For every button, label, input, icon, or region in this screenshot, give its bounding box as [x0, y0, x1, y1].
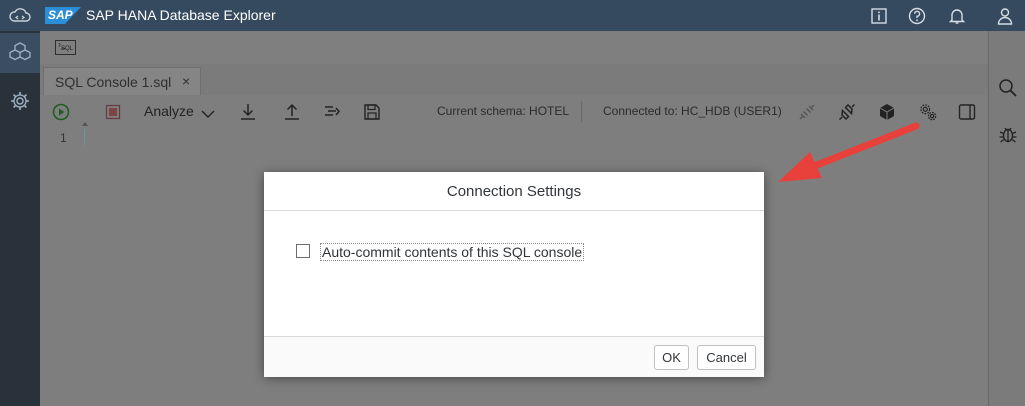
upload-icon[interactable] [282, 102, 302, 122]
sql-button-label: SQL [61, 46, 74, 52]
tab-sql-console-1[interactable]: SQL Console 1.sql × [43, 67, 201, 95]
dialog-title: Connection Settings [446, 183, 582, 200]
sidebar-item-settings[interactable] [0, 81, 40, 121]
panel-icon[interactable] [957, 102, 977, 122]
auto-commit-label[interactable]: Auto-commit contents of this SQL console [320, 243, 585, 261]
ok-button[interactable]: OK [654, 345, 689, 370]
dialog-body: Auto-commit contents of this SQL console [264, 211, 764, 336]
connected-to-text: Connected to: HC_HDB (USER1) [603, 104, 782, 118]
top-toolbar: ›_ SQL [40, 31, 988, 65]
annotation-arrow [778, 122, 920, 182]
shell-bar: SAP SAP HANA Database Explorer [0, 0, 1025, 31]
tab-label: SQL Console 1.sql [55, 74, 172, 90]
connection-icon[interactable] [837, 102, 857, 122]
line-number: 1 [60, 131, 67, 145]
auto-commit-checkbox[interactable] [296, 244, 310, 258]
user-icon[interactable] [995, 6, 1015, 26]
format-icon[interactable] [322, 102, 342, 122]
close-tab-icon[interactable]: × [182, 73, 190, 89]
dialog-footer: OK Cancel [264, 336, 764, 377]
download-icon[interactable] [238, 102, 258, 122]
analyze-label: Analyze [144, 103, 194, 119]
chevron-down-icon [201, 110, 215, 118]
search-icon[interactable] [997, 77, 1019, 99]
help-icon[interactable] [907, 6, 927, 26]
sidebar-item-database-explorer[interactable] [0, 33, 40, 73]
connection-settings-dialog: Connection Settings Auto-commit contents… [264, 172, 764, 377]
toolbar-divider [581, 101, 582, 122]
disconnect-icon[interactable] [797, 102, 817, 122]
settings-gear-icon [11, 92, 29, 110]
cloud-icon[interactable] [8, 7, 32, 24]
current-schema-text: Current schema: HOTEL [437, 104, 570, 118]
debug-icon[interactable] [997, 123, 1019, 145]
sap-logo-text: SAP [48, 8, 73, 22]
sap-logo: SAP [45, 7, 81, 24]
cube-icon[interactable] [877, 102, 897, 122]
left-sidebar [0, 31, 40, 406]
cancel-button[interactable]: Cancel [697, 345, 756, 370]
run-icon[interactable] [51, 102, 71, 122]
stop-icon[interactable] [103, 102, 123, 122]
right-panel [988, 31, 1025, 406]
connection-settings-icon[interactable] [917, 102, 939, 122]
database-cubes-icon [9, 42, 31, 61]
analyze-dropdown[interactable]: Analyze [144, 101, 216, 123]
text-cursor [84, 129, 85, 145]
dialog-header: Connection Settings [264, 172, 764, 211]
info-icon[interactable] [869, 6, 889, 26]
app-title: SAP HANA Database Explorer [86, 7, 276, 23]
tab-bar: SQL Console 1.sql × [40, 64, 988, 96]
save-icon[interactable] [362, 102, 382, 122]
fold-marker-icon [82, 122, 88, 126]
open-sql-console-button[interactable]: ›_ SQL [55, 39, 76, 55]
notifications-icon[interactable] [947, 6, 967, 26]
